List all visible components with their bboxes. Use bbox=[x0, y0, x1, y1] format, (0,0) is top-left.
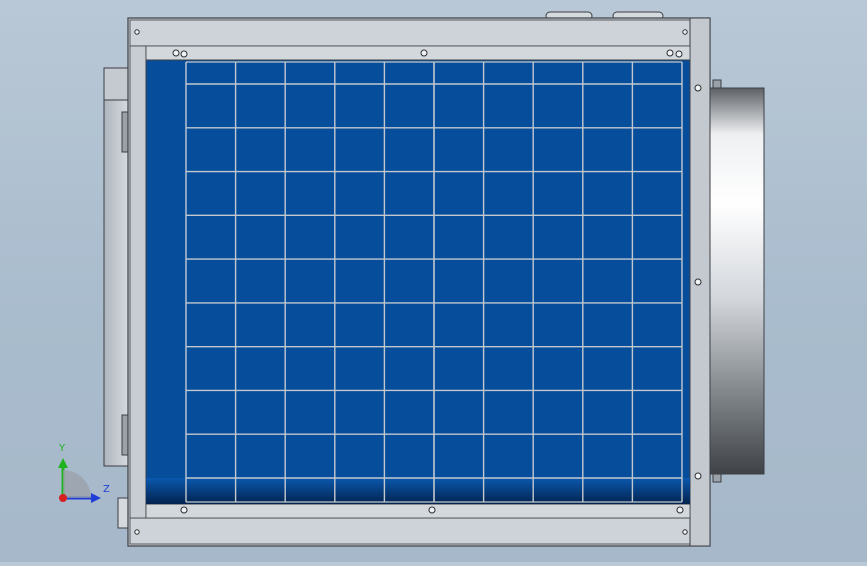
z-axis-arrow-icon bbox=[91, 493, 101, 503]
x-axis-dot-icon bbox=[59, 494, 67, 502]
screw-icon bbox=[675, 50, 683, 58]
screw-icon bbox=[180, 506, 188, 514]
left-duct-collar[interactable] bbox=[103, 67, 129, 529]
screw-icon bbox=[682, 529, 688, 535]
screw-icon bbox=[172, 49, 180, 57]
screw-icon bbox=[682, 29, 688, 35]
screw-icon bbox=[694, 278, 702, 286]
triad-plane-icon bbox=[63, 470, 91, 498]
screw-icon bbox=[420, 49, 428, 57]
screw-icon bbox=[428, 506, 436, 514]
screw-icon bbox=[180, 50, 188, 58]
screw-icon bbox=[676, 506, 684, 514]
screw-icon bbox=[666, 49, 674, 57]
screw-icon bbox=[134, 529, 140, 535]
cad-model-view[interactable] bbox=[0, 0, 867, 562]
filter-panel[interactable] bbox=[145, 59, 691, 505]
screw-icon bbox=[694, 472, 702, 480]
y-axis-arrow-icon bbox=[58, 458, 68, 468]
screw-icon bbox=[134, 29, 140, 35]
coordinate-triad[interactable] bbox=[58, 458, 101, 503]
z-axis-label: Z bbox=[103, 484, 110, 495]
screw-icon bbox=[694, 84, 702, 92]
y-axis-label: Y bbox=[59, 443, 66, 454]
fan-outlet-cylinder[interactable] bbox=[709, 79, 765, 483]
cad-viewport[interactable]: Y Z bbox=[0, 0, 867, 562]
